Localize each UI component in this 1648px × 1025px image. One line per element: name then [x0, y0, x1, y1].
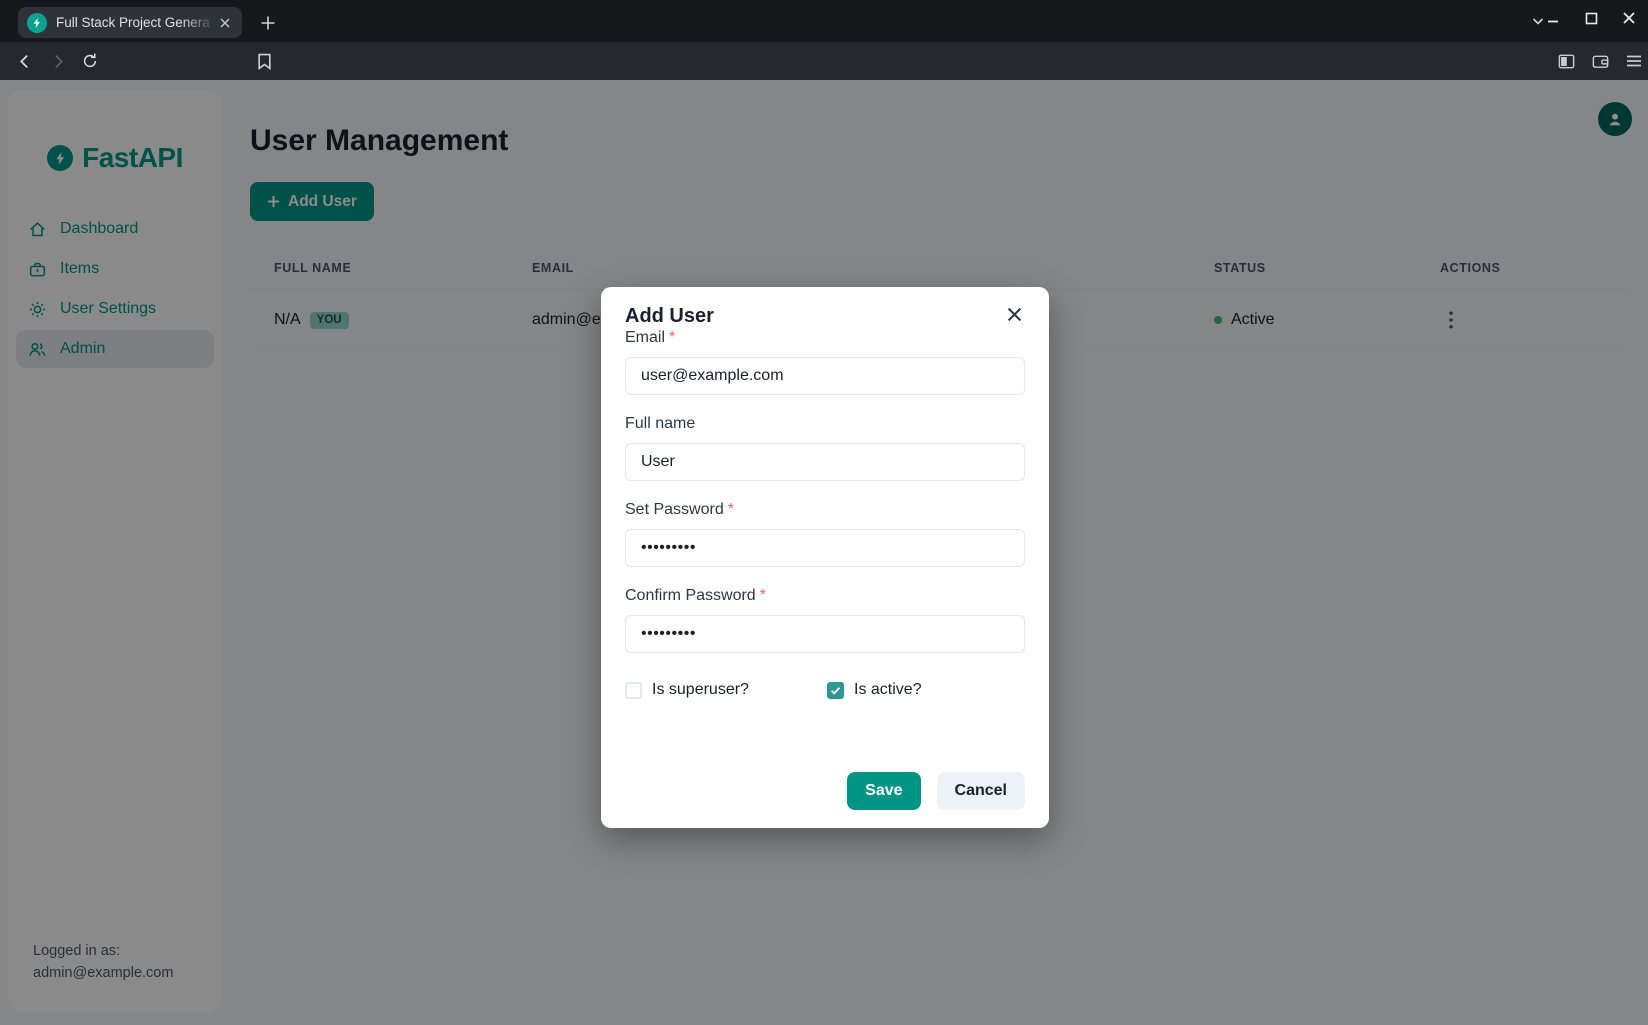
modal-title: Add User: [625, 305, 1025, 328]
page-content: FastAPI Dashboard Items: [0, 80, 1648, 1025]
full-name-field-group: Full name: [625, 414, 1025, 500]
cancel-button[interactable]: Cancel: [937, 772, 1025, 810]
confirm-password-field-group: Confirm Password*: [625, 586, 1025, 672]
tab-title: Full Stack Project Genera: [56, 15, 210, 30]
is-active-checkbox[interactable]: Is active?: [827, 681, 922, 699]
save-button[interactable]: Save: [847, 772, 920, 810]
confirm-password-field[interactable]: [625, 615, 1025, 653]
full-name-label: Full name: [625, 414, 1025, 434]
full-name-field[interactable]: [625, 443, 1025, 481]
add-user-modal: Add User Email* Full name Set Password* …: [601, 287, 1049, 828]
wallet-icon[interactable]: [1588, 49, 1612, 73]
browser-tab[interactable]: Full Stack Project Genera: [18, 7, 242, 38]
required-asterisk: *: [760, 587, 766, 604]
minimize-button[interactable]: [1544, 9, 1562, 27]
email-field[interactable]: [625, 357, 1025, 395]
forward-button[interactable]: [46, 49, 70, 73]
modal-close-icon[interactable]: [1001, 301, 1027, 327]
maximize-button[interactable]: [1582, 9, 1600, 27]
tab-strip: Full Stack Project Genera: [0, 0, 1648, 42]
reload-button[interactable]: [78, 49, 102, 73]
set-password-field[interactable]: [625, 529, 1025, 567]
required-asterisk: *: [669, 329, 675, 346]
sidebar-toggle-icon[interactable]: [1554, 49, 1578, 73]
back-button[interactable]: [12, 49, 36, 73]
fastapi-favicon-icon: [27, 13, 47, 33]
tab-close-icon[interactable]: [216, 14, 234, 32]
confirm-password-label: Confirm Password*: [625, 586, 1025, 606]
set-password-label: Set Password*: [625, 500, 1025, 520]
email-label: Email*: [625, 328, 1025, 348]
browser-toolbar: i localhost/admin: [0, 42, 1648, 80]
checkbox-unchecked-icon[interactable]: [625, 682, 642, 699]
browser-window: Full Stack Project Genera: [0, 0, 1648, 1025]
is-superuser-checkbox[interactable]: Is superuser?: [625, 681, 827, 699]
set-password-field-group: Set Password*: [625, 500, 1025, 586]
menu-hamburger-icon[interactable]: [1622, 49, 1646, 73]
email-field-group: Email*: [625, 328, 1025, 414]
close-window-button[interactable]: [1620, 9, 1638, 27]
is-active-label: Is active?: [854, 681, 922, 699]
bookmark-icon[interactable]: [252, 49, 276, 73]
checkbox-checked-icon[interactable]: [827, 682, 844, 699]
new-tab-button[interactable]: [256, 11, 280, 35]
is-superuser-label: Is superuser?: [652, 681, 749, 699]
required-asterisk: *: [728, 501, 734, 518]
